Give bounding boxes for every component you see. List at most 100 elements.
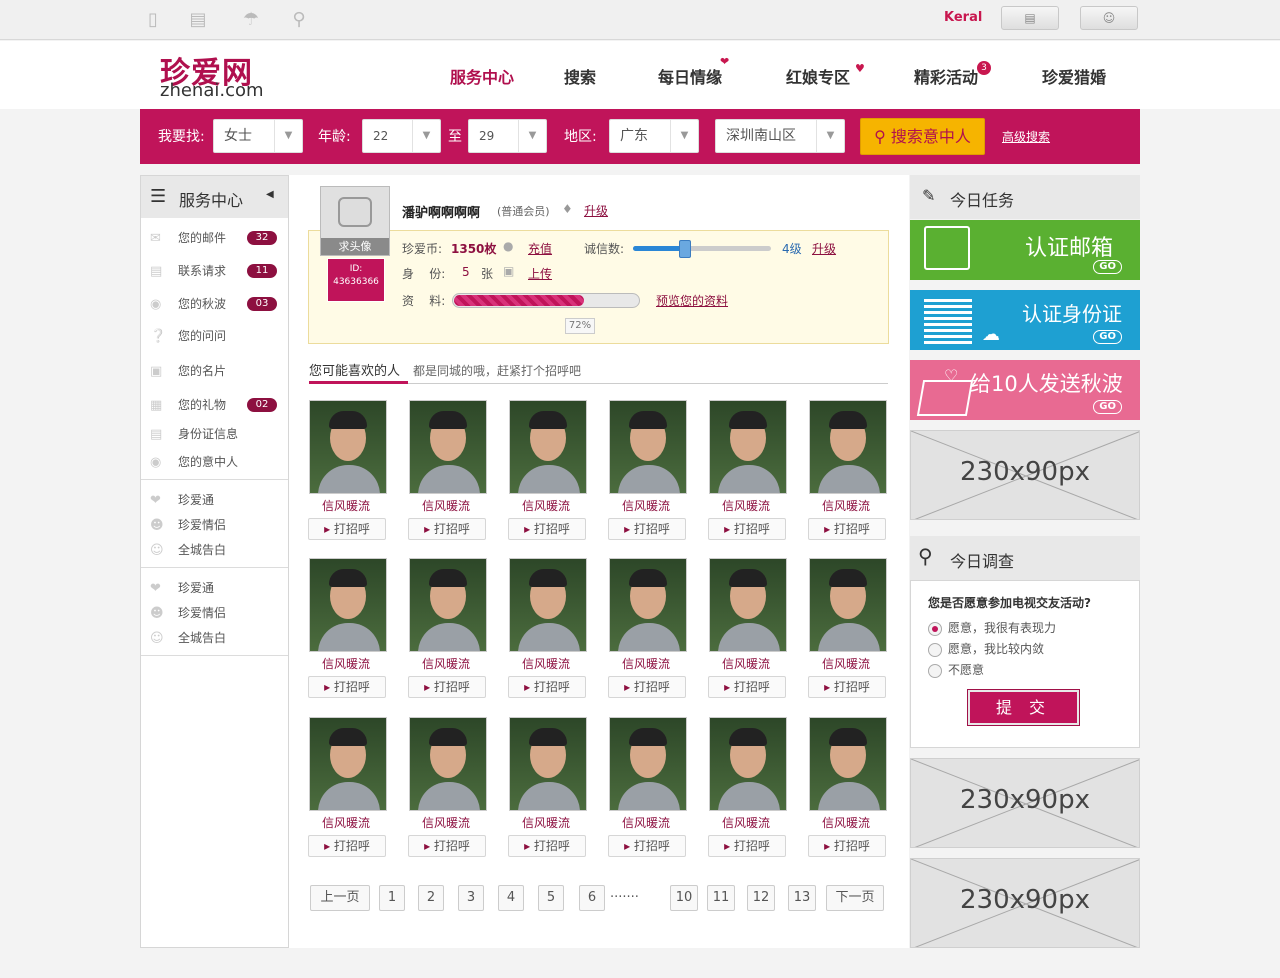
greet-button[interactable]: ▸ 打招呼 bbox=[508, 518, 586, 540]
sidebar-item-id-info[interactable]: ▤ 身份证信息 bbox=[150, 423, 238, 445]
ad-placeholder[interactable]: 230x90px bbox=[910, 430, 1140, 520]
profile-photo[interactable] bbox=[609, 558, 687, 652]
profile-name[interactable]: 信风暖流 bbox=[507, 655, 585, 672]
task-send-winks[interactable]: ♡ 给10人发送秋波 GO bbox=[910, 360, 1140, 420]
profile-photo[interactable] bbox=[609, 717, 687, 811]
profile-photo[interactable] bbox=[409, 717, 487, 811]
profile-photo[interactable] bbox=[409, 400, 487, 494]
city-select[interactable]: 深圳南山区 ▼ bbox=[715, 119, 845, 153]
greet-button[interactable]: ▸ 打招呼 bbox=[608, 835, 686, 857]
sidebar-item-couples-2[interactable]: ☻ 珍爱情侣 bbox=[150, 602, 226, 624]
survey-option-3[interactable]: 不愿意 bbox=[928, 661, 984, 678]
sidebar-item-questions[interactable]: ❔ 您的问问 bbox=[150, 325, 226, 347]
profile-photo[interactable] bbox=[309, 558, 387, 652]
user-button[interactable]: ☺ bbox=[1080, 6, 1138, 30]
nav-search[interactable]: 搜索 bbox=[564, 64, 596, 88]
greet-button[interactable]: ▸ 打招呼 bbox=[808, 676, 886, 698]
sidebar-item-crush[interactable]: ◉ 您的意中人 bbox=[150, 451, 238, 473]
umbrella-icon[interactable]: ☂ bbox=[240, 9, 262, 31]
survey-submit-button[interactable]: 提 交 bbox=[967, 689, 1080, 726]
page-2[interactable]: 2 bbox=[418, 885, 444, 911]
phone-icon[interactable]: ▯ bbox=[142, 9, 164, 31]
profile-name[interactable]: 信风暖流 bbox=[407, 814, 485, 831]
profile-name[interactable]: 信风暖流 bbox=[307, 497, 385, 514]
survey-option-2[interactable]: 愿意，我比较内敛 bbox=[928, 640, 1044, 657]
radio[interactable] bbox=[928, 642, 942, 657]
profile-photo[interactable] bbox=[609, 400, 687, 494]
sidebar-item-confession-2[interactable]: ☺ 全城告白 bbox=[150, 627, 226, 649]
greet-button[interactable]: ▸ 打招呼 bbox=[508, 835, 586, 857]
upgrade-link[interactable]: 升级 bbox=[584, 202, 608, 219]
credit-upgrade-link[interactable]: 升级 bbox=[812, 240, 836, 257]
ad-placeholder[interactable]: 230x90px bbox=[910, 758, 1140, 848]
sidebar-item-zhenaitong[interactable]: ❤ 珍爱通 bbox=[150, 489, 214, 511]
greet-button[interactable]: ▸ 打招呼 bbox=[708, 676, 786, 698]
profile-name[interactable]: 信风暖流 bbox=[407, 655, 485, 672]
page-3[interactable]: 3 bbox=[458, 885, 484, 911]
user-name-link[interactable]: Keral bbox=[944, 10, 982, 25]
profile-name[interactable]: 信风暖流 bbox=[707, 814, 785, 831]
greet-button[interactable]: ▸ 打招呼 bbox=[408, 676, 486, 698]
profile-name[interactable]: 信风暖流 bbox=[307, 814, 385, 831]
next-page-button[interactable]: 下一页 bbox=[826, 885, 884, 911]
sidebar-item-winks[interactable]: ◉ 您的秋波 bbox=[150, 293, 226, 315]
profile-name[interactable]: 信风暖流 bbox=[307, 655, 385, 672]
location-pin-icon[interactable]: ⚲ bbox=[288, 9, 310, 31]
sidebar-item-contact-requests[interactable]: ▤ 联系请求 bbox=[150, 260, 226, 282]
profile-photo[interactable] bbox=[409, 558, 487, 652]
province-select[interactable]: 广东 ▼ bbox=[609, 119, 699, 153]
page-1[interactable]: 1 bbox=[379, 885, 405, 911]
greet-button[interactable]: ▸ 打招呼 bbox=[308, 518, 386, 540]
page-4[interactable]: 4 bbox=[498, 885, 524, 911]
nav-hunting[interactable]: 珍爱猎婚 bbox=[1042, 64, 1106, 88]
nav-service-center[interactable]: 服务中心 bbox=[450, 64, 514, 88]
profile-photo[interactable] bbox=[509, 558, 587, 652]
credit-slider-handle[interactable] bbox=[679, 240, 691, 258]
survey-option-1[interactable]: 愿意，我很有表现力 bbox=[928, 619, 1056, 636]
page-5[interactable]: 5 bbox=[538, 885, 564, 911]
age-max-select[interactable]: 29 ▼ bbox=[468, 119, 547, 153]
greet-button[interactable]: ▸ 打招呼 bbox=[408, 835, 486, 857]
profile-photo[interactable] bbox=[309, 717, 387, 811]
profile-name[interactable]: 信风暖流 bbox=[607, 655, 685, 672]
profile-name[interactable]: 信风暖流 bbox=[607, 497, 685, 514]
sidebar-item-couples[interactable]: ☻ 珍爱情侣 bbox=[150, 514, 226, 536]
radio-selected[interactable] bbox=[928, 621, 942, 636]
task-verify-email[interactable]: 认证邮箱 GO bbox=[910, 220, 1140, 280]
greet-button[interactable]: ▸ 打招呼 bbox=[708, 518, 786, 540]
age-min-select[interactable]: 22 ▼ bbox=[362, 119, 441, 153]
profile-photo[interactable] bbox=[709, 717, 787, 811]
profile-name[interactable]: 信风暖流 bbox=[807, 497, 885, 514]
sidebar-item-mail[interactable]: ✉ 您的邮件 bbox=[150, 227, 226, 249]
profile-photo[interactable] bbox=[509, 717, 587, 811]
advanced-search-link[interactable]: 高级搜索 bbox=[1002, 128, 1050, 145]
profile-name[interactable]: 信风暖流 bbox=[507, 497, 585, 514]
ad-placeholder[interactable]: 230x90px bbox=[910, 858, 1140, 948]
collapse-icon[interactable]: ◀ bbox=[266, 189, 274, 200]
task-verify-id[interactable]: ☁ 认证身份证 GO bbox=[910, 290, 1140, 350]
profile-name[interactable]: 信风暖流 bbox=[807, 655, 885, 672]
profile-name[interactable]: 信风暖流 bbox=[407, 497, 485, 514]
profile-name[interactable]: 信风暖流 bbox=[707, 497, 785, 514]
profile-name[interactable]: 信风暖流 bbox=[607, 814, 685, 831]
greet-button[interactable]: ▸ 打招呼 bbox=[308, 835, 386, 857]
greet-button[interactable]: ▸ 打招呼 bbox=[608, 676, 686, 698]
profile-photo[interactable] bbox=[309, 400, 387, 494]
profile-photo[interactable] bbox=[709, 400, 787, 494]
nav-matchmaker[interactable]: 红娘专区 bbox=[786, 64, 850, 88]
profile-photo[interactable] bbox=[809, 558, 887, 652]
profile-name[interactable]: 信风暖流 bbox=[807, 814, 885, 831]
sidebar-item-confession[interactable]: ☺ 全城告白 bbox=[150, 539, 226, 561]
search-button[interactable]: ⚲ 搜索意中人 bbox=[860, 118, 985, 155]
prev-page-button[interactable]: 上一页 bbox=[310, 885, 370, 911]
document-icon[interactable]: ▤ bbox=[187, 9, 209, 31]
greet-button[interactable]: ▸ 打招呼 bbox=[708, 835, 786, 857]
nav-events[interactable]: 精彩活动 bbox=[914, 64, 978, 88]
profile-photo[interactable] bbox=[809, 400, 887, 494]
gender-select[interactable]: 女士 ▼ bbox=[213, 119, 303, 153]
greet-button[interactable]: ▸ 打招呼 bbox=[508, 676, 586, 698]
greet-button[interactable]: ▸ 打招呼 bbox=[408, 518, 486, 540]
profile-photo[interactable] bbox=[809, 717, 887, 811]
sidebar-item-gifts[interactable]: ▦ 您的礼物 bbox=[150, 394, 226, 416]
greet-button[interactable]: ▸ 打招呼 bbox=[808, 518, 886, 540]
